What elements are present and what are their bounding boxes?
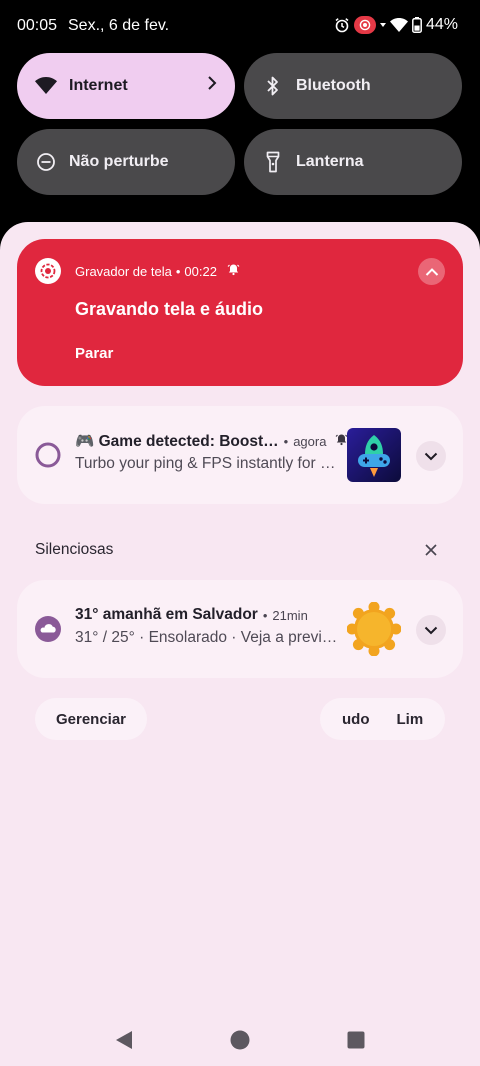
notification-title: Gravando tela e áudio	[75, 299, 264, 319]
tile-bluetooth-label: Bluetooth	[296, 77, 371, 94]
chevron-down-icon	[424, 626, 438, 634]
notification-time: 21min	[272, 607, 308, 623]
screen-record-icon	[35, 258, 61, 284]
notification-body: Turbo your ping & FPS instantly for …	[75, 455, 336, 472]
bluetooth-icon	[262, 75, 284, 97]
notification-time: agora	[293, 434, 327, 449]
tile-bluetooth[interactable]: Bluetooth	[244, 53, 462, 119]
navigation-bar	[0, 1010, 480, 1066]
collapse-button[interactable]	[418, 258, 445, 285]
tile-flashlight-label: Lanterna	[296, 153, 364, 170]
battery-percent: 44%	[425, 16, 458, 33]
expand-button[interactable]	[416, 615, 446, 645]
chevron-up-icon	[425, 267, 438, 276]
app-name: Gravador de tela	[75, 263, 172, 279]
back-icon[interactable]	[114, 1030, 134, 1050]
notification-title: 🎮 Game detected: Boost…	[75, 433, 279, 450]
ring-icon	[35, 442, 61, 468]
sun-icon	[347, 602, 401, 656]
manage-button[interactable]: Gerenciar	[35, 698, 147, 740]
tile-internet[interactable]: Internet	[17, 53, 235, 119]
game-notification[interactable]: 🎮 Game detected: Boost… • agora Turbo yo…	[17, 406, 463, 504]
status-time: 00:05	[17, 17, 58, 34]
status-icons: 44%	[334, 16, 458, 34]
recording-timer: 00:22	[184, 263, 217, 279]
separator-dot: •	[175, 263, 181, 279]
do-not-disturb-icon	[35, 151, 57, 173]
clear-all-label: udo	[342, 710, 370, 728]
status-bar: 00:05 Sex., 6 de fev. 44%	[0, 0, 480, 52]
screen-recorder-notification[interactable]: Gravador de tela • 00:22 Gravando tela e…	[17, 239, 463, 386]
notification-header: 🎮 Game detected: Boost… • agora	[75, 432, 348, 451]
tile-flashlight[interactable]: Lanterna	[244, 129, 462, 195]
alarm-icon	[334, 17, 350, 33]
expand-button[interactable]	[416, 441, 446, 471]
home-icon[interactable]	[230, 1030, 250, 1050]
separator-dot: •	[262, 607, 268, 623]
weather-notification[interactable]: 31° amanhã em Salvador • 21min 31° / 25°…	[17, 580, 463, 678]
status-date: Sex., 6 de fev.	[68, 17, 170, 34]
separator-dot: •	[283, 434, 289, 449]
silent-section-label: Silenciosas	[35, 541, 114, 558]
tile-do-not-disturb-label: Não perturbe	[69, 153, 169, 170]
wifi-icon	[35, 75, 57, 97]
notification-body: 31° / 25° · Ensolarado · Veja a previ…	[75, 629, 338, 646]
tile-do-not-disturb[interactable]: Não perturbe	[17, 129, 235, 195]
battery-icon	[412, 17, 422, 33]
close-icon[interactable]	[421, 540, 441, 560]
game-booster-app-icon	[347, 428, 401, 482]
signal-arrow-icon	[379, 21, 386, 29]
flashlight-icon	[262, 151, 284, 173]
chevron-right-icon	[207, 76, 217, 95]
tile-internet-label: Internet	[69, 77, 128, 94]
clear-all-button[interactable]: udo Lim	[320, 698, 445, 740]
alert-bell-icon	[227, 263, 240, 279]
chevron-down-icon	[424, 452, 438, 460]
recents-icon[interactable]	[346, 1030, 366, 1050]
notification-header: Gravador de tela • 00:22	[75, 263, 240, 279]
weather-app-icon	[35, 616, 61, 642]
clear-all-label-overlap: Lim	[396, 710, 424, 728]
notification-title: 31° amanhã em Salvador	[75, 606, 258, 623]
screen-record-icon	[353, 16, 376, 34]
stop-button[interactable]: Parar	[75, 345, 113, 362]
notification-header: 31° amanhã em Salvador • 21min	[75, 606, 308, 624]
wifi-icon	[389, 17, 408, 33]
